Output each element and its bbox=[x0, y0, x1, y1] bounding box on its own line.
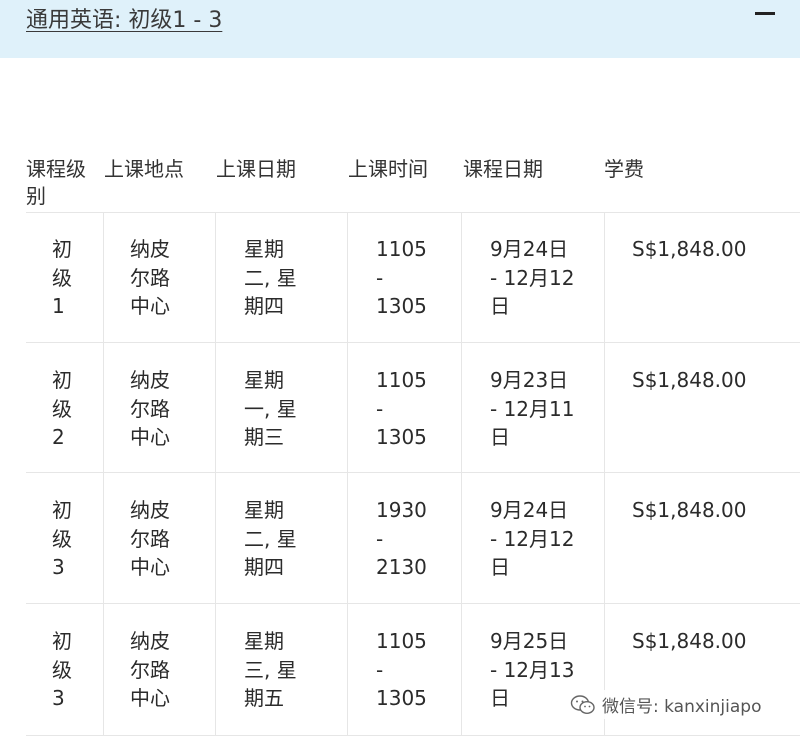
panel-header: 通用英语: 初级1 - 3 bbox=[0, 0, 800, 58]
cell-time: 1105 - 1305 bbox=[376, 629, 427, 710]
cell-time: 1105 - 1305 bbox=[376, 368, 427, 449]
cell-time: 1105 - 1305 bbox=[376, 237, 427, 318]
row-divider bbox=[26, 603, 800, 604]
minus-icon bbox=[755, 12, 775, 15]
cell-dates: 9月25日 - 12月13 日 bbox=[490, 629, 575, 710]
cell-level: 初 级 1 bbox=[52, 237, 72, 318]
cell-fee: S$1,848.00 bbox=[632, 237, 747, 261]
row-divider bbox=[26, 212, 800, 213]
header-fee: 学费 bbox=[604, 157, 644, 181]
row-divider bbox=[26, 735, 800, 736]
header-level: 课程级 别 bbox=[26, 157, 86, 208]
cell-fee: S$1,848.00 bbox=[632, 368, 747, 392]
cell-time: 1930 - 2130 bbox=[376, 498, 427, 579]
header-location: 上课地点 bbox=[104, 157, 184, 181]
cell-days: 星期 三, 星 期五 bbox=[244, 629, 297, 710]
column-divider bbox=[347, 212, 348, 735]
cell-fee: S$1,848.00 bbox=[632, 498, 747, 522]
cell-days: 星期 一, 星 期三 bbox=[244, 368, 297, 449]
cell-days: 星期 二, 星 期四 bbox=[244, 237, 297, 318]
cell-days: 星期 二, 星 期四 bbox=[244, 498, 297, 579]
watermark: 微信号: kanxinjiapo bbox=[566, 690, 766, 719]
cell-dates: 9月24日 - 12月12 日 bbox=[490, 237, 575, 318]
header-time: 上课时间 bbox=[348, 157, 428, 181]
cell-location: 纳皮 尔路 中心 bbox=[130, 498, 170, 579]
column-divider bbox=[461, 212, 462, 735]
cell-location: 纳皮 尔路 中心 bbox=[130, 237, 170, 318]
cell-fee: S$1,848.00 bbox=[632, 629, 747, 653]
header-dates: 课程日期 bbox=[463, 157, 543, 181]
cell-level: 初 级 3 bbox=[52, 629, 72, 710]
cell-dates: 9月24日 - 12月12 日 bbox=[490, 498, 575, 579]
panel-title-link[interactable]: 通用英语: 初级1 - 3 bbox=[26, 2, 222, 34]
collapse-button[interactable] bbox=[746, 0, 786, 28]
cell-level: 初 级 3 bbox=[52, 498, 72, 579]
row-divider bbox=[26, 342, 800, 343]
column-divider bbox=[604, 212, 605, 735]
cell-location: 纳皮 尔路 中心 bbox=[130, 368, 170, 449]
column-divider bbox=[215, 212, 216, 735]
cell-dates: 9月23日 - 12月11 日 bbox=[490, 368, 575, 449]
wechat-icon bbox=[570, 694, 595, 714]
cell-level: 初 级 2 bbox=[52, 368, 72, 449]
column-divider bbox=[103, 212, 104, 735]
header-days: 上课日期 bbox=[216, 157, 296, 181]
row-divider bbox=[26, 472, 800, 473]
watermark-text: 微信号: kanxinjiapo bbox=[602, 697, 762, 717]
cell-location: 纳皮 尔路 中心 bbox=[130, 629, 170, 710]
